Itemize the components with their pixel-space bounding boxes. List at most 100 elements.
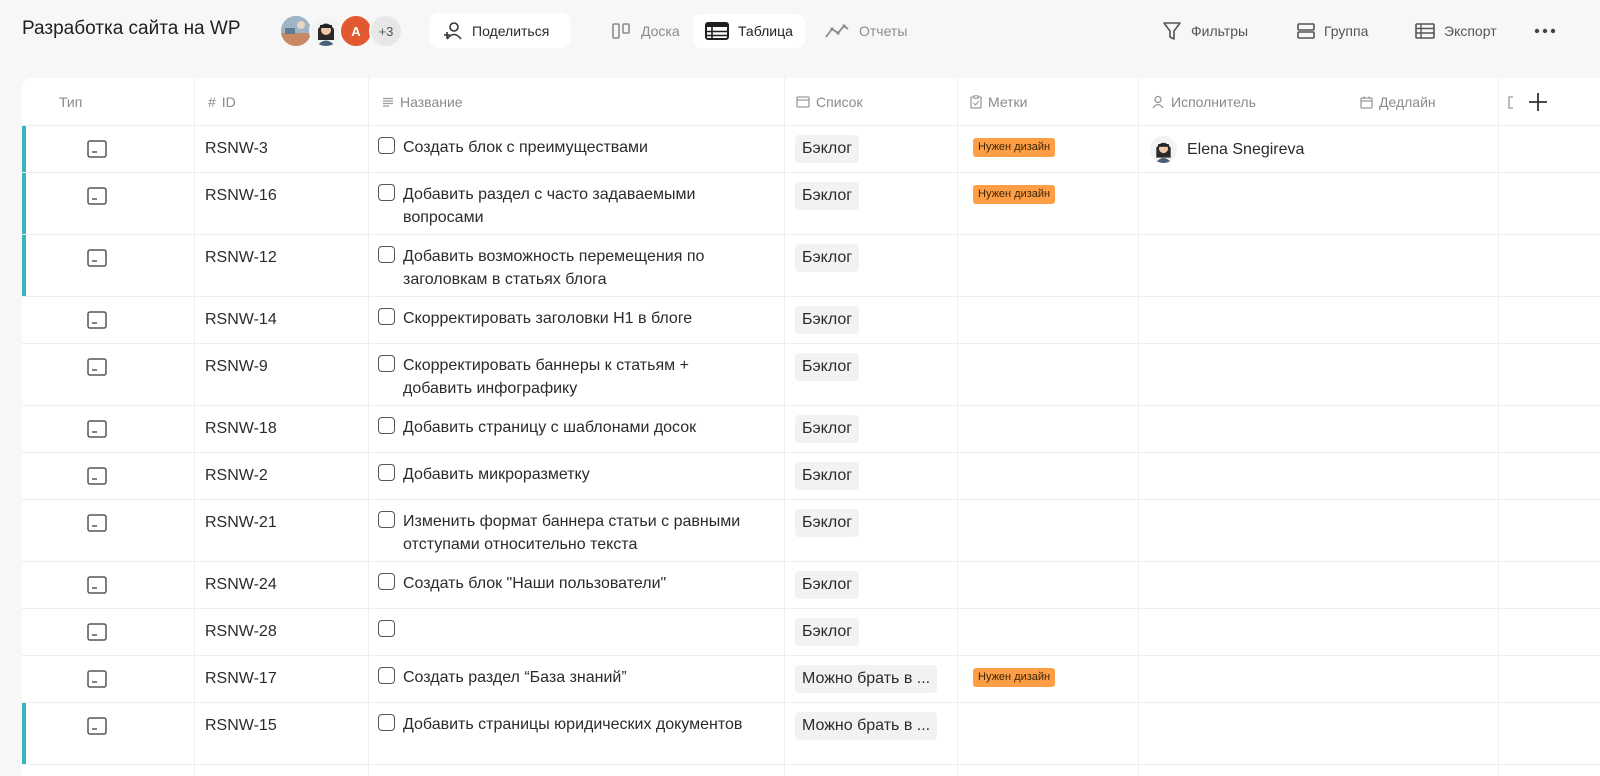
task-checkbox[interactable]	[378, 573, 395, 590]
task-checkbox[interactable]	[378, 137, 395, 154]
task-checkbox[interactable]	[378, 667, 395, 684]
tab-reports[interactable]: Отчеты	[812, 14, 919, 48]
list-chip[interactable]: Бэклог	[795, 509, 860, 537]
task-checkbox[interactable]	[378, 246, 395, 263]
more-options-button[interactable]	[1534, 14, 1556, 48]
task-checkbox[interactable]	[378, 620, 395, 637]
task-name[interactable]: Добавить микроразметку	[403, 463, 590, 486]
task-id[interactable]: RSNW-28	[205, 623, 277, 641]
task-checkbox[interactable]	[378, 417, 395, 434]
task-checkbox[interactable]	[378, 355, 395, 372]
column-header-list[interactable]: Список	[796, 78, 863, 126]
table-row[interactable]: RSNW-28 Бэклог	[22, 609, 1600, 656]
task-id[interactable]: RSNW-3	[205, 140, 268, 158]
task-type-icon[interactable]	[87, 140, 107, 158]
task-id[interactable]: RSNW-17	[205, 670, 277, 688]
table-row[interactable]: RSNW-9 Скорректировать баннеры к статьям …	[22, 344, 1600, 406]
column-header-tags[interactable]: Метки	[970, 78, 1028, 126]
task-name[interactable]: Добавить страницы юридических документов	[403, 713, 742, 736]
task-name-cell[interactable]: Создать блок "Наши пользователи"	[378, 572, 758, 595]
column-header-deadline[interactable]: Дедлайн	[1360, 78, 1436, 126]
share-button[interactable]: Поделиться	[430, 13, 570, 48]
table-row[interactable]: RSNW-16 Добавить раздел с часто задаваемы…	[22, 173, 1600, 235]
column-header-next-partial[interactable]	[1508, 78, 1514, 126]
table-row[interactable]: RSNW-14 Скорректировать заголовки H1 в бл…	[22, 297, 1600, 344]
task-name-cell[interactable]: Создать раздел “База знаний”	[378, 666, 758, 689]
table-row[interactable]: RSNW-24 Создать блок "Наши пользователи" Б…	[22, 562, 1600, 609]
task-type-icon[interactable]	[87, 576, 107, 594]
tab-board[interactable]: Доска	[600, 14, 692, 48]
task-id[interactable]: RSNW-15	[205, 717, 277, 735]
task-name-cell[interactable]: Добавить страницу с шаблонами досок	[378, 416, 758, 439]
task-id[interactable]: RSNW-18	[205, 420, 277, 438]
column-header-assignee[interactable]: Исполнитель	[1151, 78, 1256, 126]
task-name[interactable]: Добавить возможность перемещения по заго…	[403, 245, 758, 291]
task-name[interactable]: Создать блок с преимуществами	[403, 136, 648, 159]
task-name-cell[interactable]: Скорректировать заголовки H1 в блоге	[378, 307, 758, 330]
task-type-icon[interactable]	[87, 467, 107, 485]
task-name[interactable]: Создать блок "Наши пользователи"	[403, 572, 666, 595]
member-avatar-3[interactable]: А	[339, 14, 373, 48]
member-avatar-1[interactable]	[279, 14, 313, 48]
task-type-icon[interactable]	[87, 358, 107, 376]
task-name-cell[interactable]: Добавить возможность перемещения по заго…	[378, 245, 758, 291]
project-title[interactable]: Разработка сайта на WP	[22, 18, 241, 40]
task-id[interactable]: RSNW-2	[205, 467, 268, 485]
list-chip[interactable]: Можно брать в ...	[795, 712, 938, 740]
list-chip[interactable]: Бэклог	[795, 571, 860, 599]
task-name-cell[interactable]: Изменить формат баннера статьи с равными…	[378, 510, 758, 556]
task-name[interactable]: Изменить формат баннера статьи с равными…	[403, 510, 758, 556]
task-checkbox[interactable]	[378, 511, 395, 528]
task-name-cell[interactable]: Добавить страницы юридических документов	[378, 713, 758, 736]
table-row[interactable]: RSNW-3 Создать блок с преимуществами Бэкло…	[22, 126, 1600, 173]
member-avatar-2[interactable]	[309, 14, 343, 48]
task-type-icon[interactable]	[87, 249, 107, 267]
task-name-cell[interactable]: Добавить микроразметку	[378, 463, 758, 486]
task-id[interactable]: RSNW-16	[205, 187, 277, 205]
export-button[interactable]: Экспорт	[1415, 14, 1497, 48]
list-chip[interactable]: Бэклог	[795, 306, 860, 334]
column-header-id[interactable]: # ID	[208, 78, 236, 126]
table-row[interactable]: RSNW-15 Добавить страницы юридических док…	[22, 703, 1600, 765]
task-name-cell[interactable]: Добавить раздел с часто задаваемыми вопр…	[378, 183, 758, 229]
tag-badge[interactable]: Нужен дизайн	[973, 668, 1056, 687]
tab-table[interactable]: Таблица	[693, 14, 805, 48]
table-row[interactable]: RSNW-18 Добавить страницу с шаблонами дос…	[22, 406, 1600, 453]
column-header-name[interactable]: Название	[382, 78, 463, 126]
task-name[interactable]: Скорректировать баннеры к статьям + доба…	[403, 354, 758, 400]
list-chip[interactable]: Бэклог	[795, 353, 860, 381]
task-id[interactable]: RSNW-14	[205, 311, 277, 329]
task-type-icon[interactable]	[87, 420, 107, 438]
task-name[interactable]: Добавить страницу с шаблонами досок	[403, 416, 696, 439]
task-type-icon[interactable]	[87, 514, 107, 532]
table-row[interactable]: RSNW-12 Добавить возможность перемещения …	[22, 235, 1600, 297]
assignee-cell[interactable]: Elena Snegireva	[1150, 136, 1304, 163]
task-checkbox[interactable]	[378, 184, 395, 201]
task-name[interactable]: Скорректировать заголовки H1 в блоге	[403, 307, 692, 330]
list-chip[interactable]: Бэклог	[795, 618, 860, 646]
task-name-cell[interactable]	[378, 619, 758, 637]
task-type-icon[interactable]	[87, 670, 107, 688]
task-checkbox[interactable]	[378, 308, 395, 325]
group-button[interactable]: Группа	[1297, 14, 1368, 48]
task-name[interactable]: Создать раздел “База знаний”	[403, 666, 627, 689]
table-row[interactable]: RSNW-21 Изменить формат баннера статьи с …	[22, 500, 1600, 562]
list-chip[interactable]: Можно брать в ...	[795, 665, 938, 693]
task-type-icon[interactable]	[87, 187, 107, 205]
list-chip[interactable]: Бэклог	[795, 135, 860, 163]
filters-button[interactable]: Фильтры	[1162, 14, 1248, 48]
list-chip[interactable]: Бэклог	[795, 462, 860, 490]
table-row[interactable]: RSNW-17 Создать раздел “База знаний” Можно…	[22, 656, 1600, 703]
column-header-type[interactable]: Тип	[59, 78, 82, 126]
member-avatars[interactable]: А +3	[279, 14, 403, 48]
tag-badge[interactable]: Нужен дизайн	[973, 185, 1056, 204]
more-members-badge[interactable]: +3	[369, 14, 403, 48]
task-id[interactable]: RSNW-24	[205, 576, 277, 594]
tag-badge[interactable]: Нужен дизайн	[973, 138, 1056, 157]
task-type-icon[interactable]	[87, 623, 107, 641]
list-chip[interactable]: Бэклог	[795, 182, 860, 210]
task-type-icon[interactable]	[87, 717, 107, 735]
list-chip[interactable]: Бэклог	[795, 415, 860, 443]
list-chip[interactable]: Бэклог	[795, 244, 860, 272]
task-name-cell[interactable]: Скорректировать баннеры к статьям + доба…	[378, 354, 758, 400]
